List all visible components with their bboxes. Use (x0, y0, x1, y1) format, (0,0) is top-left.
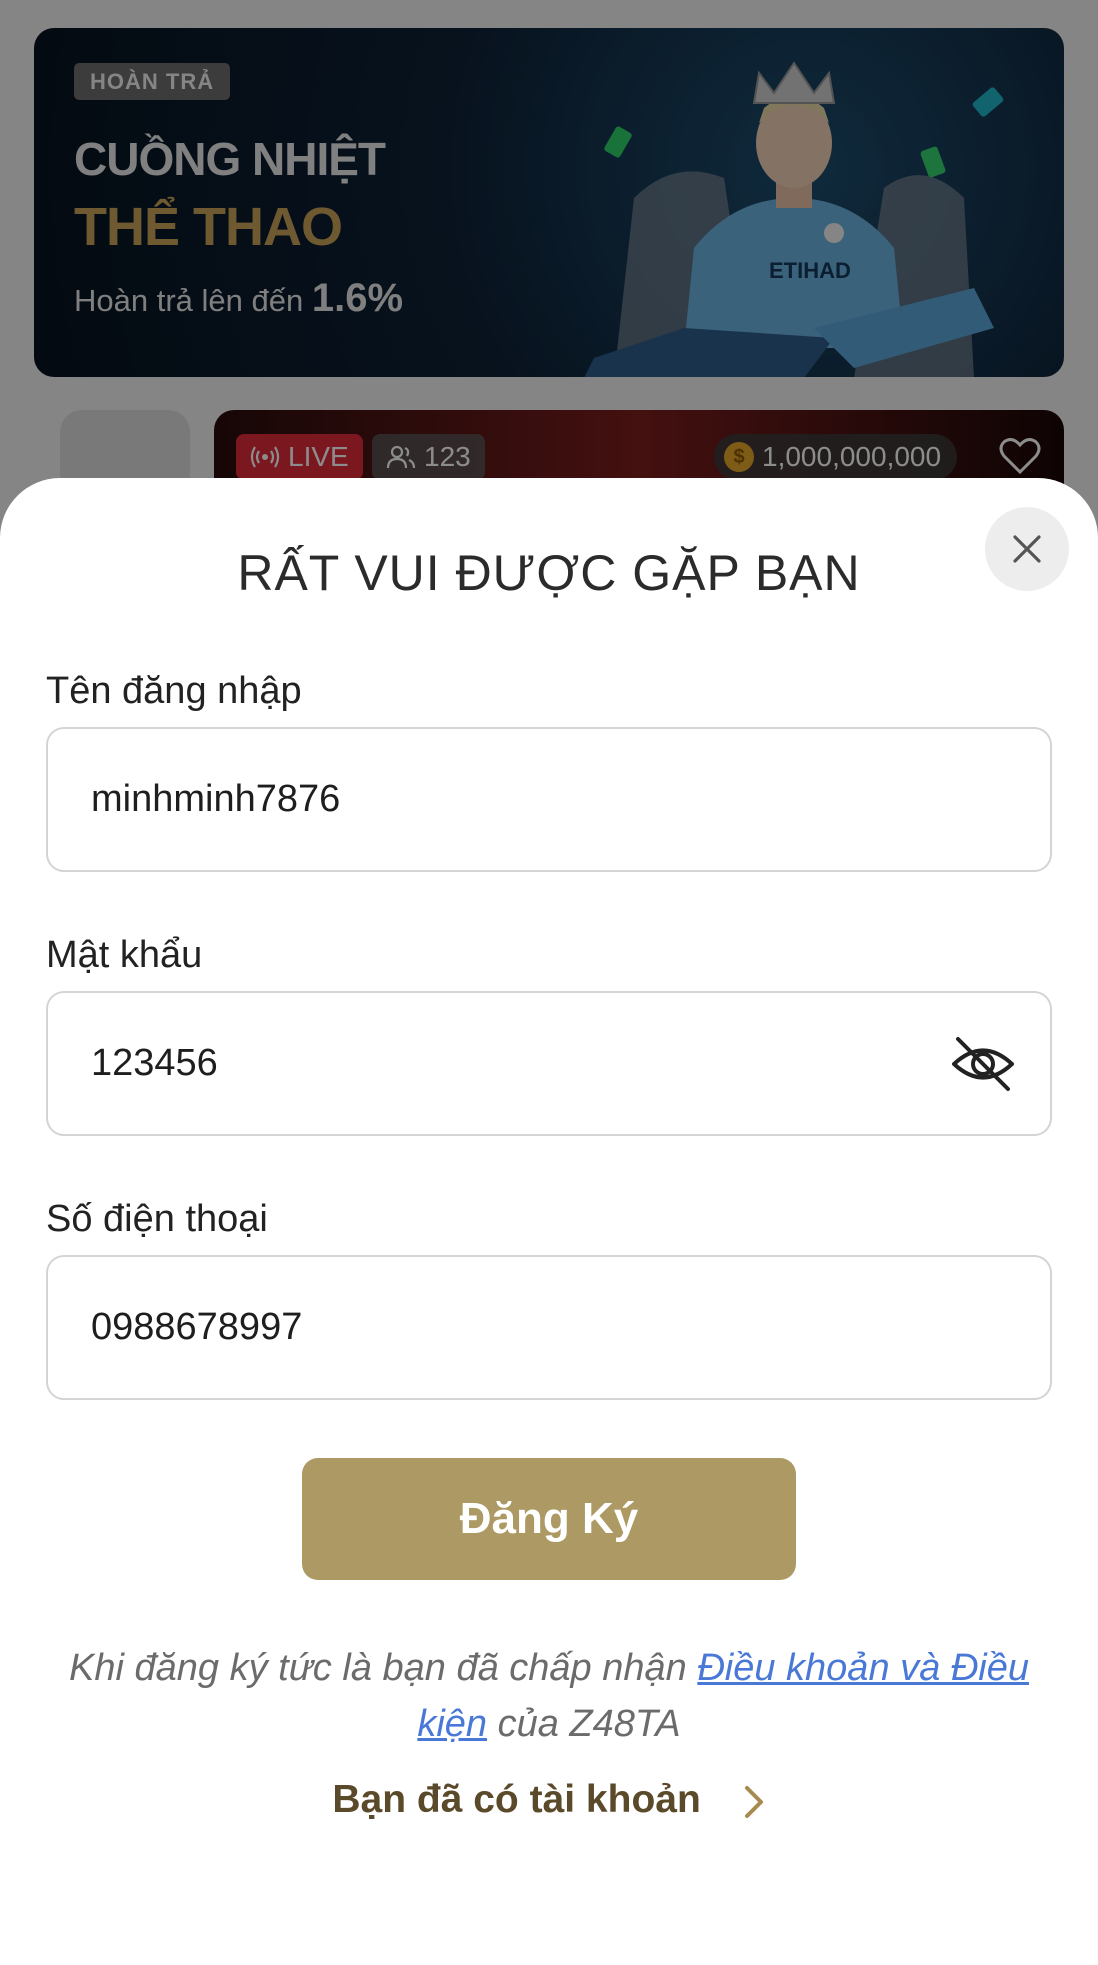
phone-input[interactable] (91, 1306, 951, 1349)
username-input[interactable] (91, 778, 951, 821)
login-link-label: Bạn đã có tài khoản (332, 1778, 701, 1821)
username-label: Tên đăng nhập (46, 670, 302, 712)
password-field-container (46, 991, 1052, 1136)
terms-prefix: Khi đăng ký tức là bạn đã chấp nhận (69, 1647, 698, 1689)
password-label: Mật khẩu (46, 934, 203, 976)
username-field-container (46, 727, 1052, 872)
register-modal: RẤT VUI ĐƯỢC GẶP BẠN Tên đăng nhập Mật k… (0, 478, 1098, 1965)
chevron-right-icon (744, 1785, 763, 1818)
password-input[interactable] (91, 1042, 951, 1085)
terms-suffix: của Z48TA (487, 1703, 681, 1745)
phone-field-container (46, 1255, 1052, 1400)
register-button[interactable]: Đăng Ký (302, 1458, 796, 1580)
terms-notice: Khi đăng ký tức là bạn đã chấp nhận Điều… (60, 1640, 1038, 1752)
phone-label: Số điện thoại (46, 1198, 268, 1240)
modal-title: RẤT VUI ĐƯỢC GẶP BẠN (237, 545, 861, 601)
login-link[interactable]: Bạn đã có tài khoản (0, 1778, 1098, 1822)
eye-off-icon[interactable] (950, 1031, 1016, 1097)
